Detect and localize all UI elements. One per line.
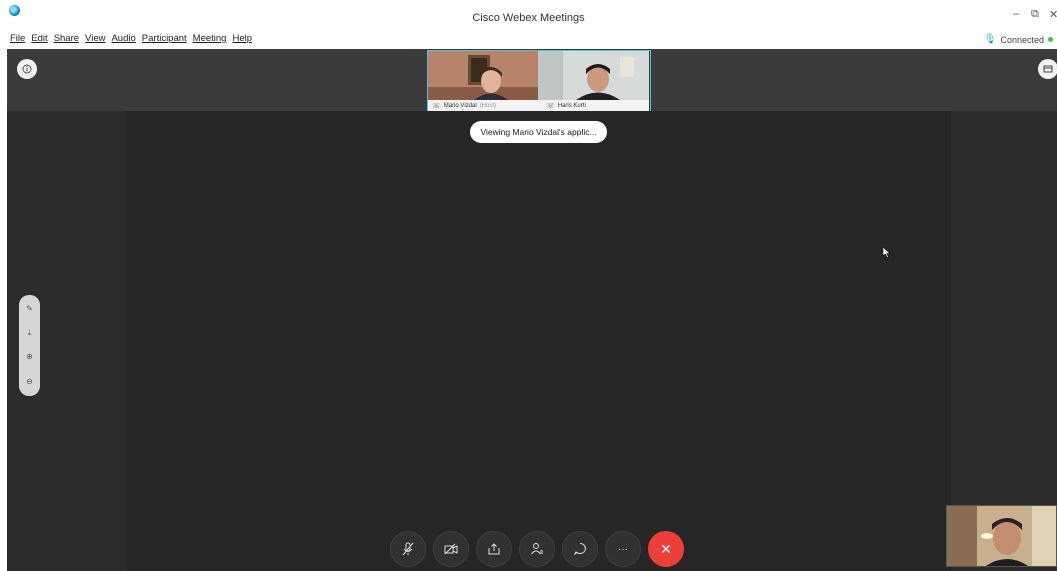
menu-help[interactable]: Help [232, 33, 252, 44]
menu-bar: File Edit Share View Audio Participant M… [0, 29, 1057, 49]
participant-name: Haris Kurti [557, 103, 586, 109]
participant-thumbnails: ☏ Mario Vizdal (Host) ☏ Haris Kurti [427, 50, 651, 113]
self-view-video[interactable] [946, 505, 1057, 567]
zoom-out-icon[interactable]: ⊖ [19, 377, 40, 386]
annotate-icon[interactable]: ✎ [19, 304, 40, 313]
menu-audio[interactable]: Audio [111, 33, 135, 44]
microphone-icon: 🎙 [983, 34, 997, 45]
audio-connected-icon: ☏ [432, 103, 441, 110]
participant-name: Mario Vizdal [443, 103, 477, 109]
close-button[interactable]: ✕ [1049, 8, 1057, 21]
chat-button[interactable] [562, 531, 598, 567]
menu-file[interactable]: File [10, 33, 25, 44]
participant-video-mario[interactable] [428, 51, 538, 100]
video-off-icon [444, 543, 458, 555]
mouse-cursor-icon [883, 247, 891, 258]
participant-role: (Host) [479, 103, 497, 109]
audio-connected-icon: ☏ [546, 103, 555, 110]
connection-status[interactable]: 🎙 Connected [984, 34, 1053, 45]
shared-content-area [7, 111, 1057, 571]
layout-icon [1043, 65, 1053, 73]
more-options-button[interactable]: ··· [605, 531, 641, 567]
window-title: Cisco Webex Meetings [472, 12, 585, 24]
video-button[interactable] [433, 531, 469, 567]
info-button[interactable] [17, 59, 37, 79]
zoom-in-icon[interactable]: ⊕ [19, 352, 40, 361]
share-icon [488, 543, 500, 555]
fit-icon[interactable]: ⤓ [19, 328, 40, 338]
layout-button[interactable] [1038, 59, 1057, 79]
participant-video-haris[interactable] [538, 51, 649, 100]
chat-icon [574, 543, 586, 555]
minimize-button[interactable]: – [1013, 8, 1019, 20]
menu-meeting[interactable]: Meeting [193, 33, 227, 44]
connection-status-label: Connected [1000, 34, 1044, 45]
shared-application-view[interactable] [125, 111, 951, 571]
view-tools-toolbar: ✎ ⤓ ⊕ ⊖ [19, 295, 40, 396]
info-icon [22, 64, 32, 74]
end-meeting-button[interactable]: ✕ [648, 531, 684, 567]
mute-button[interactable] [390, 531, 426, 567]
viewing-notification: Viewing Mario Vizdal's applic... [470, 121, 607, 143]
connected-dot-icon [1048, 37, 1053, 42]
menu-edit[interactable]: Edit [31, 33, 47, 44]
participants-button[interactable] [519, 531, 555, 567]
share-button[interactable] [476, 531, 512, 567]
restore-button[interactable]: ⧉ [1031, 8, 1039, 21]
menu-participant[interactable]: Participant [142, 33, 187, 44]
menu-view[interactable]: View [85, 33, 105, 44]
microphone-muted-icon [402, 542, 414, 556]
menu-share[interactable]: Share [54, 33, 79, 44]
title-bar: Cisco Webex Meetings – ⧉ ✕ [0, 0, 1057, 29]
participants-icon [531, 543, 543, 555]
